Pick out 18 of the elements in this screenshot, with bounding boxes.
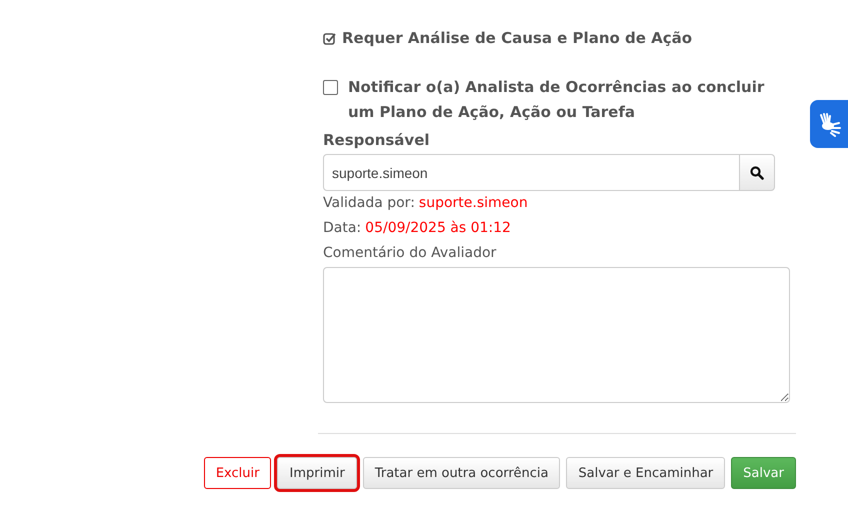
info-value: 05/09/2025 às 01:12 — [365, 219, 511, 238]
field-label: Comentário do Avaliador — [323, 244, 498, 263]
hands-icon — [817, 111, 843, 137]
comment-field[interactable] — [323, 267, 790, 403]
checkbox-label: Requer Análise de Causa e Plano de Ação — [342, 28, 694, 49]
action-button[interactable]: Tratar em outra ocorrência — [362, 457, 560, 489]
accessibility-button[interactable] — [810, 100, 848, 148]
search-button[interactable] — [740, 154, 775, 191]
action-button[interactable]: Excluir — [204, 457, 272, 489]
checkbox-label: Notificar o(a) Analista de Ocorrências ao concluir um Plano de Ação, Ação ou Tarefa — [348, 77, 766, 123]
action-button[interactable]: Imprimir — [277, 457, 357, 489]
action-button[interactable]: Salvar e Encaminhar — [566, 457, 726, 489]
info-label: Data: — [323, 219, 362, 238]
info-label: Validada por: — [323, 194, 415, 213]
info-value: suporte.simeon — [418, 194, 528, 213]
field-label: Responsável — [323, 130, 431, 151]
search-icon — [750, 166, 764, 180]
input-field[interactable]: suporte.simeon — [323, 154, 740, 191]
